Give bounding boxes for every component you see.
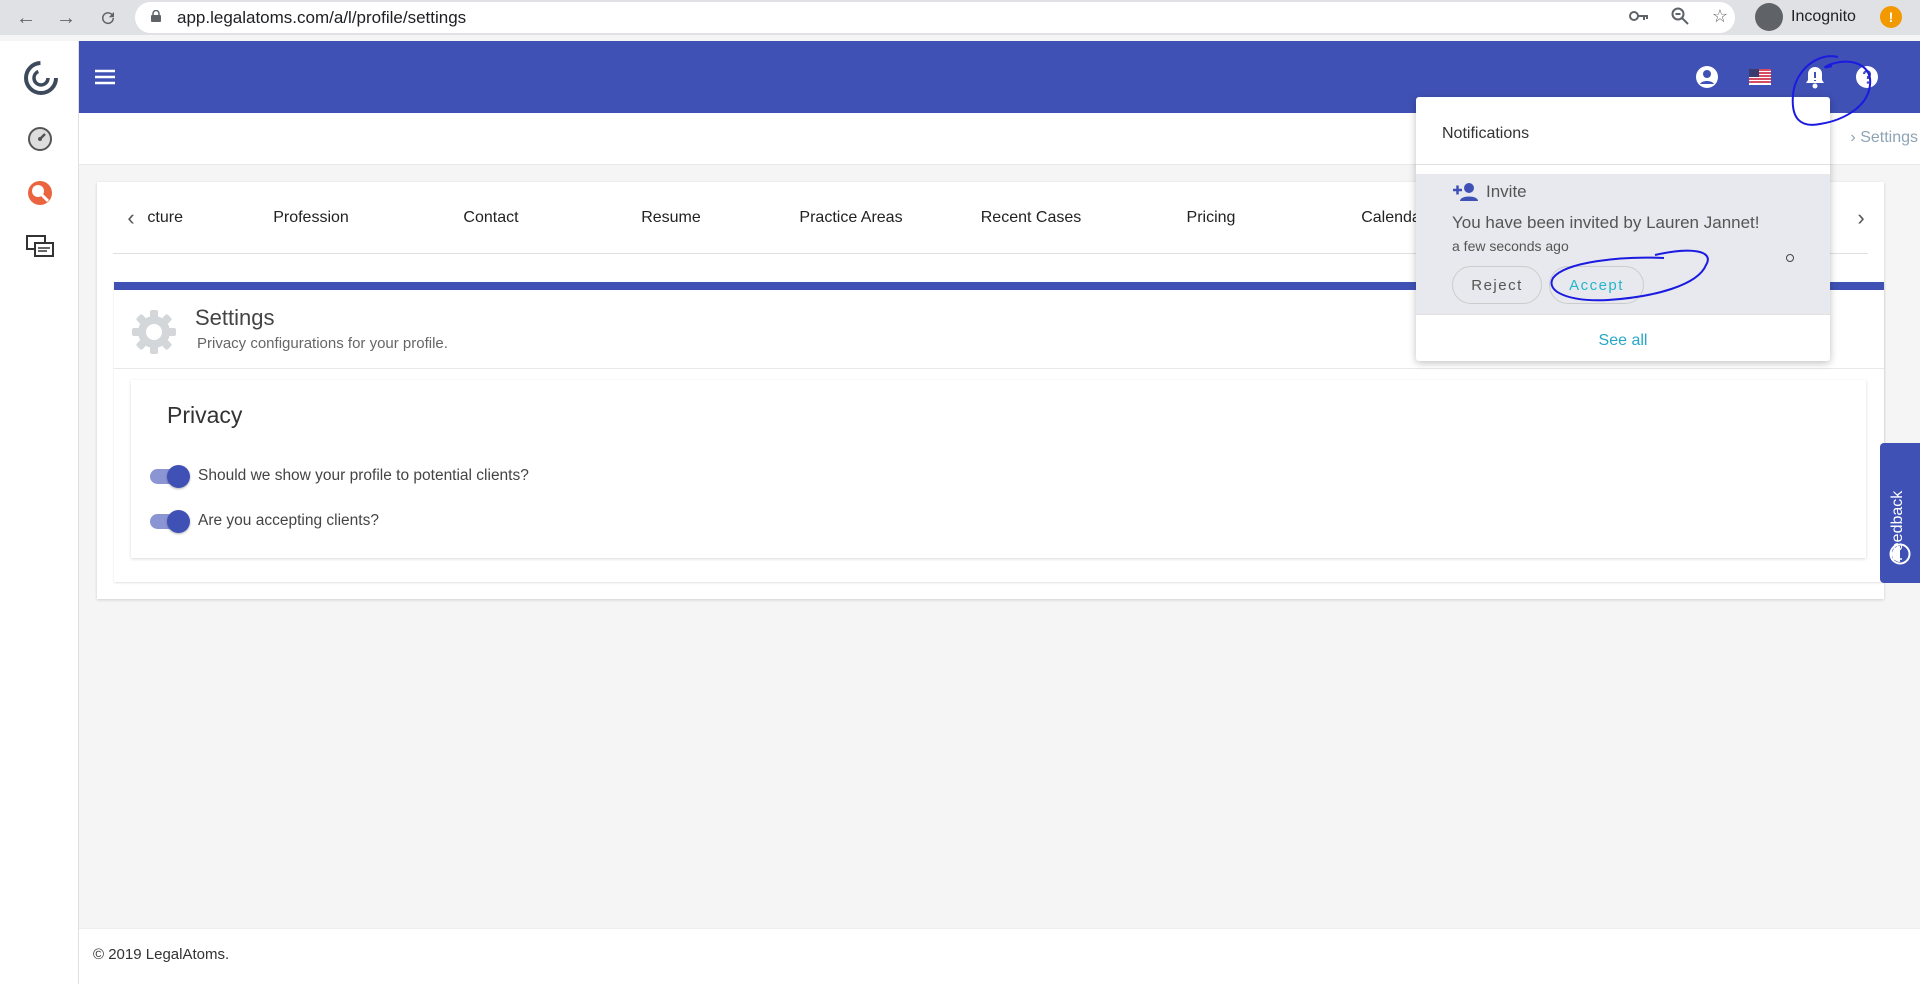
lock-icon [151,10,161,22]
page-footer: © 2019 LegalAtoms. [79,928,1920,984]
reload-icon[interactable] [94,4,122,32]
toggle-row-accepting-clients: Are you accepting clients? [148,509,379,533]
tab-scroll-right-icon[interactable]: › [1843,200,1879,236]
divider [1416,164,1830,165]
url-text: app.legalatoms.com/a/l/profile/settings [177,8,467,27]
settings-title: Settings [195,305,275,330]
divider [114,368,1884,369]
reject-button[interactable]: Reject [1452,266,1542,304]
tab-pricing[interactable]: Pricing [1121,209,1301,227]
back-icon[interactable]: ← [12,4,40,32]
key-icon[interactable] [1627,4,1651,28]
notifications-title: Notifications [1442,125,1530,142]
gear-icon [132,310,176,354]
copyright-text: © 2019 LegalAtoms. [93,946,230,963]
tab-resume[interactable]: Resume [581,209,761,227]
zoom-icon[interactable] [1668,4,1692,28]
left-sidebar [0,41,79,984]
tab-picture[interactable]: cture [133,209,183,227]
accept-button[interactable]: Accept [1549,266,1644,304]
browser-update-icon[interactable]: ! [1880,6,1902,28]
breadcrumb-current[interactable]: Settings [1860,129,1918,146]
show-profile-toggle[interactable] [148,464,190,488]
incognito-indicator[interactable]: Incognito [1755,2,1856,32]
forward-icon[interactable]: → [52,4,80,32]
account-circle-icon[interactable] [1693,63,1721,91]
toggle-label: Are you accepting clients? [198,512,379,529]
person-add-icon [1453,183,1478,201]
privacy-section: Privacy Should we show your profile to p… [131,380,1866,558]
divider [1416,314,1830,315]
search-person-icon[interactable] [24,177,56,209]
accepting-clients-toggle[interactable] [148,509,190,533]
legalatoms-logo-icon[interactable] [22,59,60,97]
notifications-dropdown: Notifications Invite You have been invit… [1416,97,1830,361]
browser-toolbar: ← → app.legalatoms.com/a/l/profile/setti… [0,0,1920,35]
feedback-icon [1889,543,1911,565]
toggle-row-show-profile: Should we show your profile to potential… [148,464,529,488]
hamburger-menu-icon[interactable] [91,63,119,91]
tab-recent-cases[interactable]: Recent Cases [941,209,1121,227]
incognito-label: Incognito [1791,8,1856,25]
notification-type: Invite [1486,182,1527,201]
settings-subtitle: Privacy configurations for your profile. [197,335,448,352]
feedback-tab[interactable]: Feedback [1880,443,1920,583]
bookmark-star-icon[interactable]: ☆ [1708,4,1732,28]
help-icon[interactable] [1853,63,1881,91]
breadcrumb: › Settings [1850,129,1918,147]
tab-profession[interactable]: Profession [221,209,401,227]
see-all-link[interactable]: See all [1416,332,1830,350]
address-bar[interactable]: app.legalatoms.com/a/l/profile/settings [135,2,1735,33]
notification-message: You have been invited by Lauren Jannet! [1452,213,1760,232]
privacy-title: Privacy [167,402,243,428]
unread-indicator [1786,254,1794,262]
bell-icon[interactable] [1801,63,1829,91]
tab-contact[interactable]: Contact [401,209,581,227]
breadcrumb-separator: › [1850,129,1856,146]
notification-item[interactable]: Invite You have been invited by Lauren J… [1416,174,1830,314]
tab-practice-areas[interactable]: Practice Areas [761,209,941,227]
incognito-icon [1755,3,1783,31]
chat-icon[interactable] [24,231,56,263]
notification-time: a few seconds ago [1452,238,1569,254]
us-flag-icon[interactable] [1746,63,1774,91]
toggle-label: Should we show your profile to potential… [198,467,529,484]
dashboard-icon[interactable] [24,123,56,155]
